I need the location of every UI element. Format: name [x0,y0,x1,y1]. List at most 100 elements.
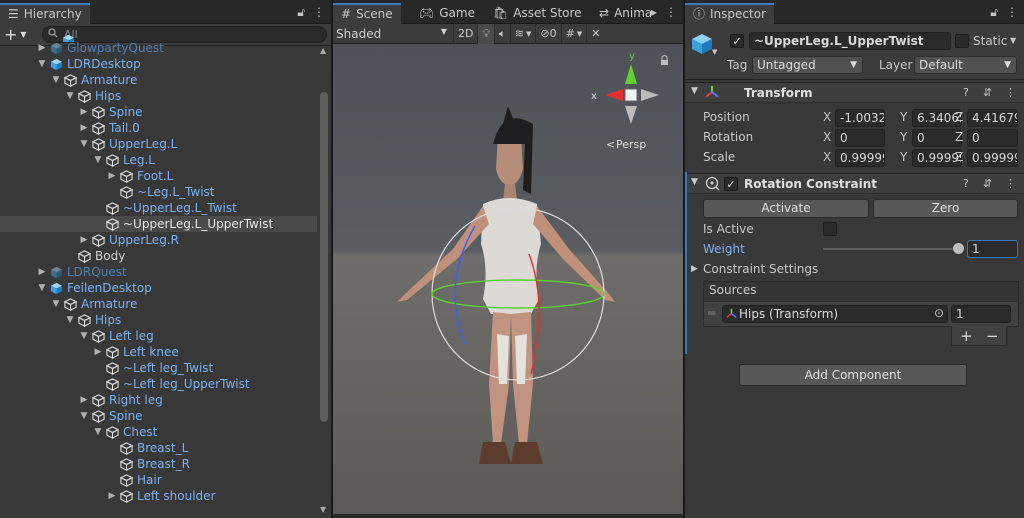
transform-header[interactable]: ▼ Transform ? ⇵ ⋮ [685,82,1024,103]
source-object-field[interactable]: Hips (Transform) [722,305,948,323]
activate-button[interactable]: Activate [703,199,869,218]
effects-dropdown[interactable]: ≋ ▼ [509,23,536,44]
tab-overflow-arrow-icon[interactable]: ▸ [651,5,657,19]
rotation-constraint-header[interactable]: ▼ ✓ Rotation Constraint ? ⇵ ⋮ [687,173,1024,194]
weight-slider-track[interactable] [823,248,959,250]
presets-icon[interactable]: ⇵ [983,177,992,190]
expand-right-icon[interactable]: ▶ [36,40,48,56]
add-component-button[interactable]: Add Component [739,364,967,386]
expand-right-icon[interactable]: ▶ [78,232,90,248]
add-source-button[interactable]: + [960,327,973,345]
help-icon[interactable]: ? [963,86,969,99]
expand-down-icon[interactable]: ▼ [36,56,48,72]
shading-mode-dropdown[interactable]: Shaded ▼ [333,27,453,41]
tree-row[interactable]: ▼ Hips [0,88,317,104]
tree-row[interactable]: ▼ Chest [0,424,317,440]
rotation-axis-z-label[interactable]: Z [955,130,963,144]
rotation-axis-y-label[interactable]: Y [900,130,907,144]
lock-icon[interactable]: 🔓︎ [990,5,998,20]
visibility-toggle[interactable]: ⊘ 0 [535,23,560,44]
rotation-x-field[interactable]: 0 [835,129,885,147]
expand-down-icon[interactable]: ▼ [92,424,104,440]
position-z-field[interactable]: 4.41679 [967,109,1018,127]
expand-right-icon[interactable]: ▶ [78,392,90,408]
chevron-right-icon[interactable]: ▶ [691,264,698,274]
tree-row[interactable]: ▶ Tail.0 [0,120,317,136]
object-name-field[interactable]: ~UpperLeg.L_UpperTwist [749,32,951,50]
expand-down-icon[interactable]: ▼ [64,312,76,328]
drag-handle-icon[interactable]: ═ [708,306,715,320]
constraint-settings-foldout[interactable]: Constraint Settings [703,262,818,276]
expand-right-icon[interactable]: ▶ [92,344,104,360]
tree-row[interactable]: ▼ FeilenDesktop [0,280,317,296]
tree-row[interactable]: ~Left leg_Twist [0,360,317,376]
remove-source-button[interactable]: − [986,327,999,345]
scroll-down-arrow[interactable]: ▼ [320,505,326,514]
more-menu-icon[interactable]: ⋮ [313,5,325,20]
lock-icon[interactable]: 🔓︎ [297,5,305,20]
tree-row[interactable]: Breast_L [0,440,317,456]
tree-row[interactable]: ▶ Right leg [0,392,317,408]
tab-animator[interactable]: ⇄ Anima [591,3,651,24]
tree-row[interactable]: Body [0,248,317,264]
layer-dropdown[interactable]: Default ▼ [914,56,1017,74]
static-checkbox[interactable] [955,34,969,48]
audio-toggle[interactable]: 🔈︎ [494,23,510,44]
tree-row[interactable]: ▼ Left leg [0,328,317,344]
scroll-up-arrow[interactable]: ▲ [320,46,326,55]
tree-row[interactable]: ~UpperLeg.L_UpperTwist [0,216,317,232]
hierarchy-scrollbar[interactable]: ▲ ▼ [319,46,329,514]
weight-slider-thumb[interactable] [953,243,964,254]
expand-right-icon[interactable]: ▶ [78,120,90,136]
scale-z-field[interactable]: 0.99999 [967,149,1018,167]
expand-right-icon[interactable]: ▶ [78,104,90,120]
more-menu-icon[interactable]: ⋮ [665,5,677,19]
position-x-field[interactable]: -1.0032 [835,109,885,127]
tab-inspector[interactable]: ⓘ Inspector [685,3,774,24]
scroll-thumb[interactable] [320,92,328,422]
expand-down-icon[interactable]: ▼ [78,136,90,152]
position-axis-x-label[interactable]: X [823,110,831,124]
tree-row[interactable]: ▶ GlowpartyQuest [0,40,317,56]
expand-down-icon[interactable]: ▼ [78,408,90,424]
tree-row[interactable]: ▼ Hips [0,312,317,328]
rotation-constraint-enabled-checkbox[interactable]: ✓ [724,177,738,191]
lighting-toggle[interactable]: 💡︎ [477,23,495,44]
expand-right-icon[interactable]: ▶ [106,168,118,184]
tree-row[interactable]: ▼ Armature [0,296,317,312]
source-weight-field[interactable]: 1 [951,305,1011,323]
expand-down-icon[interactable]: ▼ [64,88,76,104]
tree-row[interactable]: ▶ LDRQuest [0,264,317,280]
2d-toggle[interactable]: 2D [453,23,477,44]
tree-row[interactable]: Breast_R [0,456,317,472]
tab-asset-store[interactable]: 🛍︎ Asset Store [485,3,590,24]
tree-row[interactable]: ▼ Spine [0,408,317,424]
help-icon[interactable]: ? [963,177,969,190]
tree-row[interactable]: ▼ Leg.L [0,152,317,168]
position-axis-z-label[interactable]: Z [955,110,963,124]
tab-game[interactable]: 🎮︎ Game [411,3,483,24]
is-active-checkbox[interactable] [823,222,837,236]
persp-label[interactable]: Persp [616,138,646,151]
tree-row[interactable]: Hair [0,472,317,488]
expand-down-icon[interactable]: ▼ [50,296,62,312]
position-axis-y-label[interactable]: Y [900,110,907,124]
scale-x-field[interactable]: 0.99999 [835,149,885,167]
tree-row[interactable]: ~Left leg_UpperTwist [0,376,317,392]
expand-down-icon[interactable]: ▼ [92,152,104,168]
scale-axis-x-label[interactable]: X [823,150,831,164]
expand-down-icon[interactable]: ▼ [78,328,90,344]
scale-axis-y-label[interactable]: Y [900,150,907,164]
tree-row[interactable]: ~Leg.L_Twist [0,184,317,200]
tree-row[interactable]: ▶ UpperLeg.R [0,232,317,248]
rotation-z-field[interactable]: 0 [967,129,1018,147]
grid-dropdown[interactable]: # ▼ [560,23,587,44]
tree-row[interactable]: ▼ LDRDesktop [0,56,317,72]
expand-down-icon[interactable]: ▼ [36,280,48,296]
tab-scene[interactable]: # Scene [333,3,401,24]
scale-axis-z-label[interactable]: Z [955,150,963,164]
more-menu-icon[interactable]: ⋮ [1005,86,1016,99]
more-menu-icon[interactable]: ⋮ [1006,5,1018,20]
chevron-down-icon[interactable]: ▼ [712,48,717,56]
active-checkbox[interactable]: ✓ [730,34,744,48]
